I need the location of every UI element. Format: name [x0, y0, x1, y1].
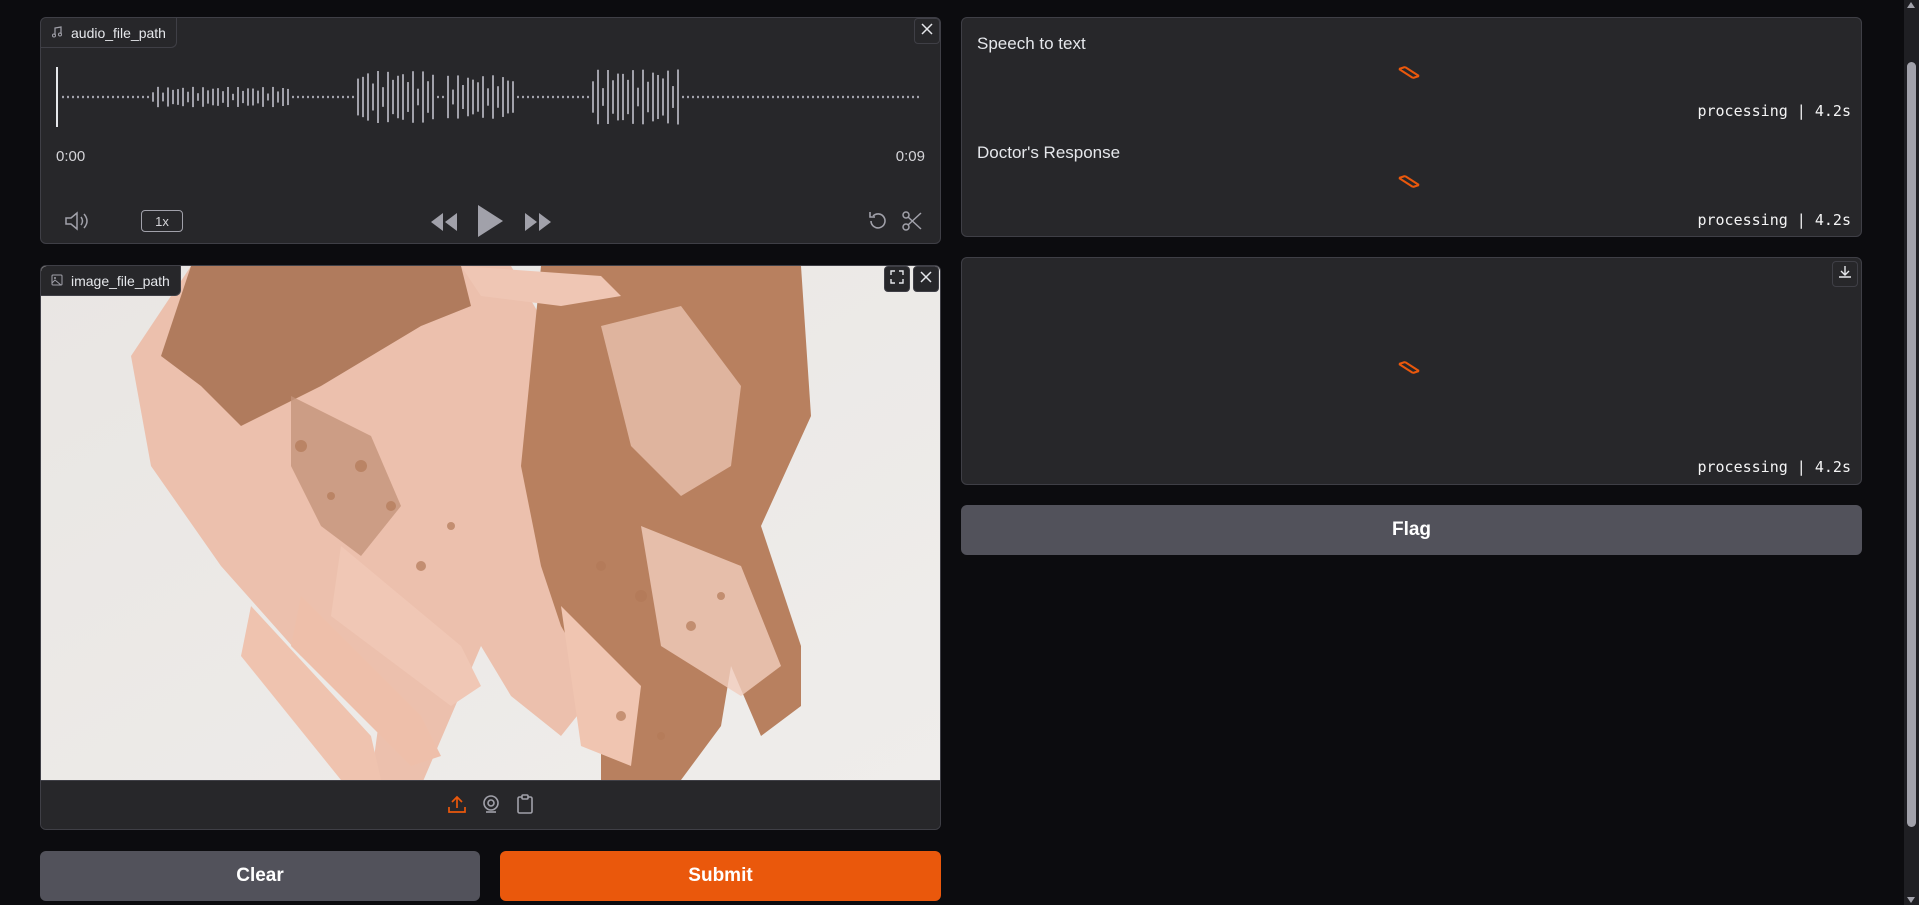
play-button[interactable] — [475, 203, 505, 244]
scroll-down-arrow[interactable] — [1907, 897, 1915, 903]
trim-button[interactable] — [900, 209, 924, 238]
playback-speed-button[interactable]: 1x — [141, 210, 183, 232]
audio-input-panel: audio_file_path 0:00 0:09 1x — [40, 17, 941, 244]
upload-source-toolbar — [41, 780, 940, 829]
audio-waveform[interactable] — [54, 62, 924, 132]
audio-output-panel: processing | 4.2s — [961, 257, 1862, 485]
submit-button[interactable]: Submit — [500, 851, 941, 901]
text-outputs-panel: Speech to text processing | 4.2s Doctor'… — [961, 17, 1862, 237]
music-icon — [51, 25, 63, 41]
uploaded-image — [41, 266, 940, 780]
speech-to-text-label: Speech to text — [977, 34, 1086, 53]
doctor-status: processing | 4.2s — [1697, 211, 1851, 229]
clear-button[interactable]: Clear — [40, 851, 480, 901]
fullscreen-button[interactable] — [884, 266, 910, 292]
loading-spinner-icon — [1397, 174, 1423, 193]
audio-label: audio_file_path — [71, 24, 166, 41]
loading-spinner-icon — [1397, 65, 1423, 84]
loading-spinner-icon — [1397, 360, 1423, 379]
doctor-response-label: Doctor's Response — [977, 143, 1121, 162]
volume-button[interactable] — [63, 210, 91, 237]
audio-label-tag: audio_file_path — [41, 18, 177, 48]
scroll-up-arrow[interactable] — [1907, 2, 1915, 8]
rewind-button[interactable] — [429, 211, 459, 238]
download-button[interactable] — [1832, 261, 1858, 287]
close-icon — [920, 270, 932, 288]
webcam-icon[interactable] — [481, 794, 501, 819]
rewind-icon — [429, 213, 459, 237]
download-icon — [1838, 265, 1852, 284]
image-input-panel: image_file_path — [40, 265, 941, 830]
fullscreen-icon — [890, 269, 904, 289]
close-icon — [921, 22, 933, 40]
upload-icon[interactable] — [447, 794, 467, 819]
speech-status: processing | 4.2s — [1697, 102, 1851, 120]
volume-icon — [63, 211, 91, 236]
reset-button[interactable] — [866, 209, 890, 238]
audio-output-status: processing | 4.2s — [1697, 458, 1851, 476]
clipboard-icon[interactable] — [515, 793, 535, 819]
image-icon — [51, 273, 63, 289]
play-icon — [475, 205, 505, 243]
image-label-tag: image_file_path — [41, 266, 181, 296]
scrollbar-thumb[interactable] — [1907, 62, 1916, 827]
image-clear-button[interactable] — [913, 266, 939, 292]
audio-clear-button[interactable] — [914, 18, 940, 44]
page-scrollbar[interactable] — [1904, 0, 1919, 905]
forward-button[interactable] — [523, 211, 553, 238]
trim-icon — [900, 211, 924, 237]
image-label: image_file_path — [71, 272, 170, 289]
playhead-cursor[interactable] — [56, 67, 58, 127]
undo-icon — [866, 212, 890, 237]
forward-icon — [523, 213, 553, 237]
flag-button[interactable]: Flag — [961, 505, 1862, 555]
audio-time-start: 0:00 — [56, 148, 86, 165]
audio-time-end: 0:09 — [895, 148, 925, 165]
